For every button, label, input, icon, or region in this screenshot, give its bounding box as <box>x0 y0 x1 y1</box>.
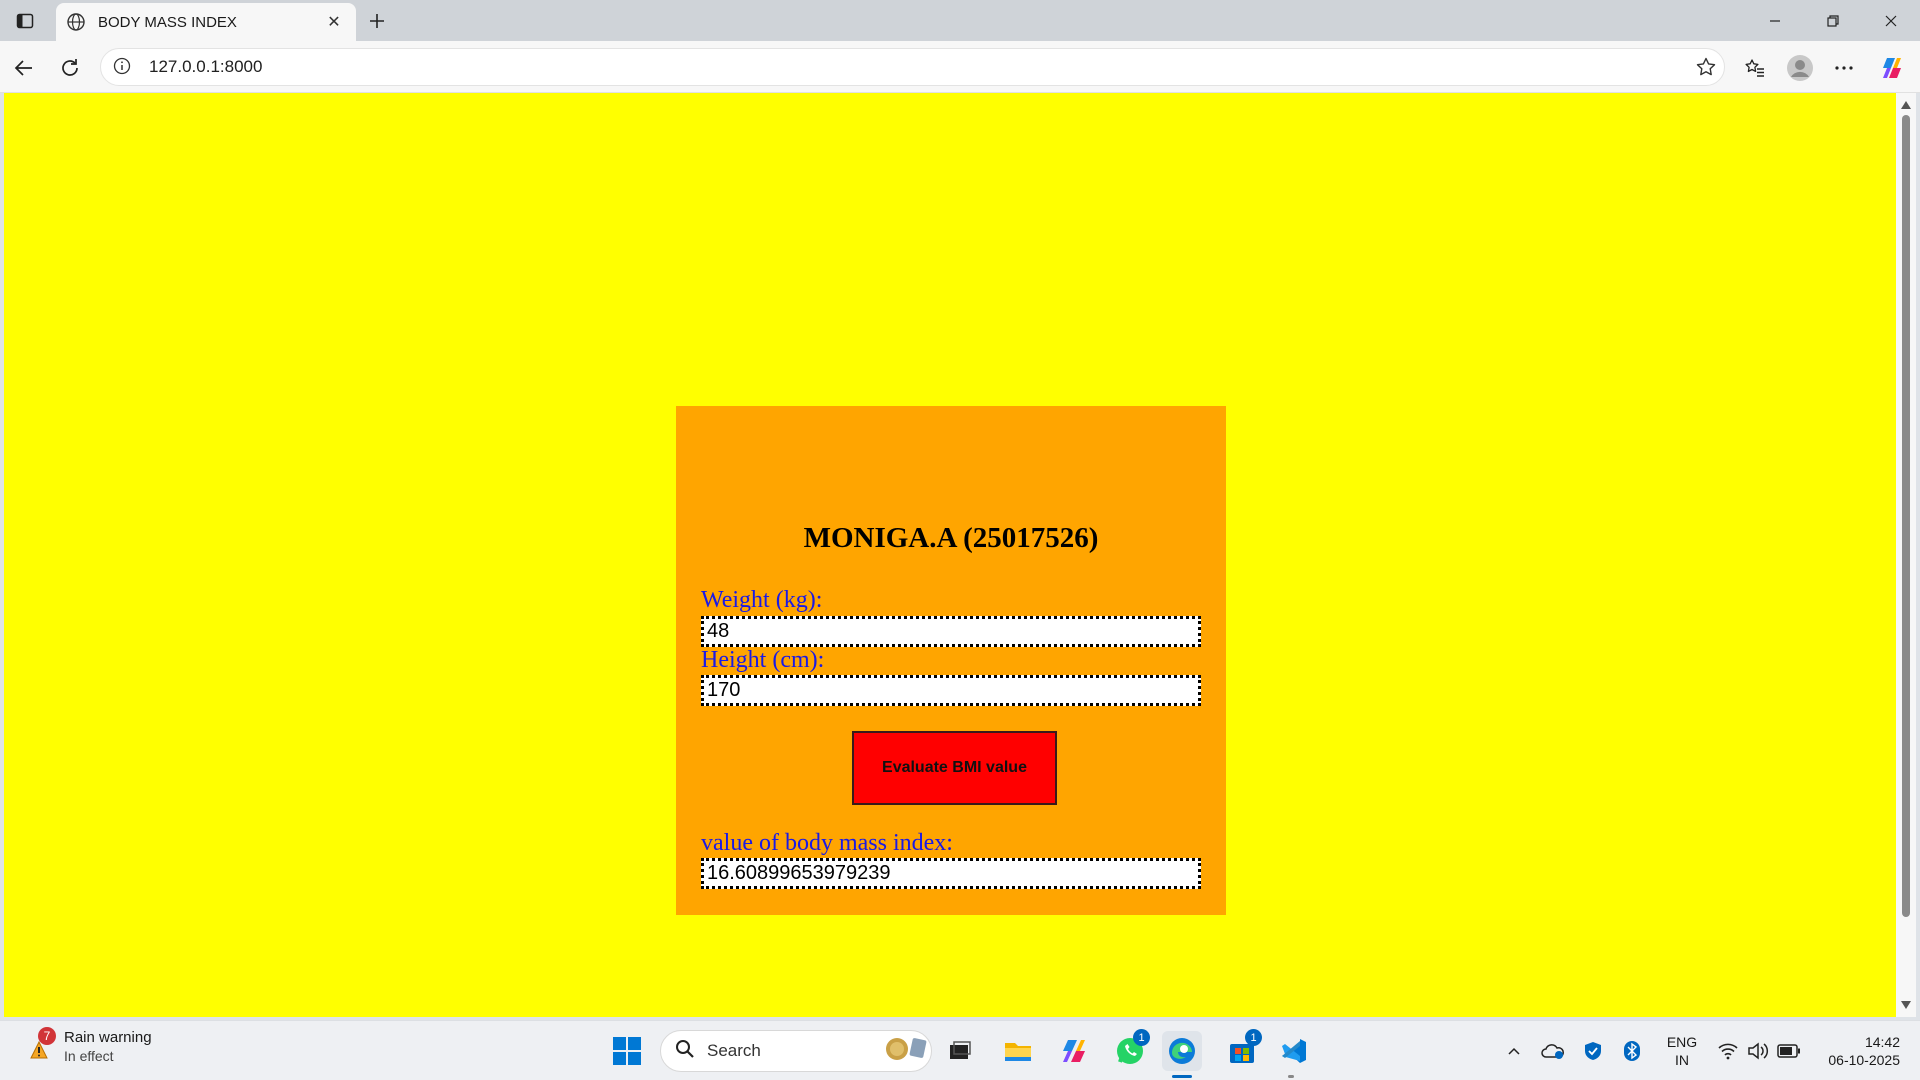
open-app-indicator <box>1288 1075 1294 1078</box>
whatsapp-badge: 1 <box>1133 1029 1150 1046</box>
clock-date: 06-10-2025 <box>1828 1052 1900 1068</box>
task-view-icon[interactable] <box>940 1031 980 1071</box>
onedrive-icon[interactable] <box>1540 1031 1566 1071</box>
favorite-star-icon[interactable] <box>1688 49 1724 85</box>
result-label: value of body mass index: <box>701 830 953 856</box>
tab-title: BODY MASS INDEX <box>98 13 237 31</box>
start-windows-icon[interactable] <box>607 1031 647 1071</box>
tab-close-icon[interactable]: ✕ <box>322 10 346 34</box>
store-badge: 1 <box>1245 1029 1262 1046</box>
bluetooth-icon[interactable] <box>1620 1031 1644 1071</box>
weather-widget[interactable]: 7 Rain warning In effect <box>22 1026 152 1064</box>
taskbar: 7 Rain warning In effect Search 1 1 ENG … <box>0 1020 1920 1080</box>
favorites-icon[interactable] <box>1737 50 1773 86</box>
page-viewport: MONIGA.A (25017526) Weight (kg): 48 Heig… <box>4 93 1896 1017</box>
minimize-icon[interactable] <box>1746 0 1804 41</box>
microsoft-store-icon[interactable]: 1 <box>1222 1029 1262 1071</box>
tab-actions-icon[interactable] <box>8 6 42 36</box>
height-input[interactable]: 170 <box>701 675 1201 706</box>
file-explorer-icon[interactable] <box>998 1031 1038 1071</box>
tab-strip: BODY MASS INDEX ✕ <box>0 0 1920 41</box>
taskbar-search[interactable]: Search <box>660 1030 932 1072</box>
wifi-icon[interactable] <box>1716 1031 1740 1071</box>
system-clock[interactable]: 14:42 06-10-2025 <box>1810 1033 1900 1069</box>
rain-warning-icon: 7 <box>22 1026 56 1064</box>
copilot-app-icon[interactable] <box>1054 1031 1094 1071</box>
edge-browser-icon[interactable] <box>1162 1031 1202 1071</box>
lang-line-2: IN <box>1675 1052 1689 1068</box>
battery-icon[interactable] <box>1776 1031 1802 1071</box>
whatsapp-icon[interactable]: 1 <box>1110 1029 1150 1071</box>
scroll-down-arrow-icon[interactable] <box>1901 1001 1911 1009</box>
close-window-icon[interactable] <box>1862 0 1920 41</box>
security-shield-icon[interactable] <box>1580 1031 1606 1071</box>
weight-input[interactable]: 48 <box>701 616 1201 647</box>
new-tab-icon[interactable] <box>362 6 392 36</box>
back-icon[interactable] <box>6 50 42 86</box>
weather-title: Rain warning <box>64 1029 152 1046</box>
copilot-icon[interactable] <box>1874 50 1910 86</box>
bmi-form-card: MONIGA.A (25017526) Weight (kg): 48 Heig… <box>676 406 1226 915</box>
lang-line-1: ENG <box>1666 1034 1698 1050</box>
vscode-icon[interactable] <box>1274 1031 1314 1071</box>
restore-icon[interactable] <box>1804 0 1862 41</box>
url-text[interactable]: 127.0.0.1:8000 <box>149 57 1688 77</box>
volume-icon[interactable] <box>1746 1031 1770 1071</box>
search-placeholder: Search <box>707 1041 761 1060</box>
profile-avatar-icon[interactable] <box>1782 50 1818 86</box>
weather-subtitle: In effect <box>64 1048 114 1064</box>
weather-badge: 7 <box>38 1026 56 1045</box>
browser-tab[interactable]: BODY MASS INDEX ✕ <box>56 3 356 41</box>
clock-time: 14:42 <box>1864 1034 1900 1050</box>
page-title: MONIGA.A (25017526) <box>803 522 1099 554</box>
language-indicator[interactable]: ENG IN <box>1662 1033 1702 1069</box>
search-highlight-icon <box>881 1034 931 1069</box>
height-label: Height (cm): <box>701 647 825 673</box>
bmi-result-field[interactable]: 16.60899653979239 <box>701 858 1201 889</box>
weight-label: Weight (kg): <box>701 587 823 613</box>
address-bar[interactable]: 127.0.0.1:8000 <box>100 48 1725 86</box>
active-app-indicator <box>1172 1075 1192 1078</box>
search-icon <box>675 1039 695 1064</box>
page-scrollbar[interactable] <box>1896 93 1916 1017</box>
refresh-icon[interactable] <box>52 50 88 86</box>
site-info-icon[interactable] <box>113 57 133 77</box>
address-bar-row: 127.0.0.1:8000 <box>0 41 1920 93</box>
more-options-icon[interactable] <box>1826 50 1862 86</box>
evaluate-bmi-button[interactable]: Evaluate BMI value <box>852 731 1057 805</box>
globe-icon <box>66 12 86 32</box>
scroll-up-arrow-icon[interactable] <box>1901 101 1911 109</box>
show-hidden-icons-chevron-icon[interactable] <box>1502 1031 1526 1071</box>
scrollbar-thumb[interactable] <box>1902 115 1910 917</box>
